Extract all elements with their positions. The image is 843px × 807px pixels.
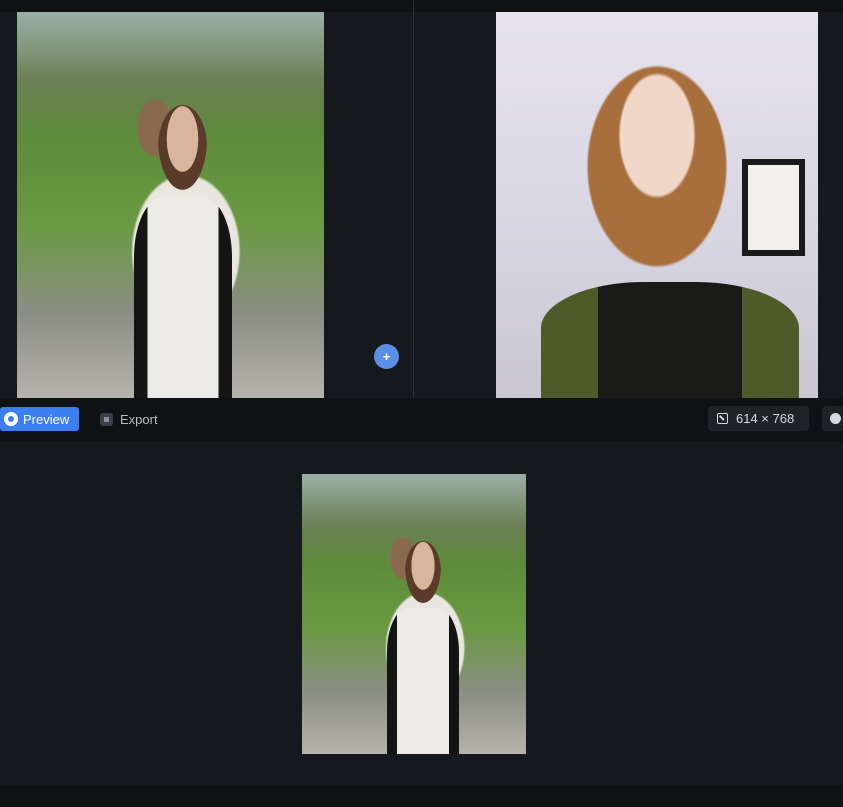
input-panel-left xyxy=(0,12,413,398)
eye-icon xyxy=(4,412,18,426)
preview-area xyxy=(0,442,843,785)
input-panel-right xyxy=(414,12,843,398)
export-icon xyxy=(100,412,113,426)
dimensions-badge: 614 × 768 xyxy=(708,406,809,431)
dimensions-label: 614 × 768 xyxy=(736,411,795,426)
export-label: Export xyxy=(120,411,158,427)
info-icon xyxy=(830,413,841,424)
export-button[interactable]: Export xyxy=(100,407,158,431)
add-image-button[interactable]: + xyxy=(374,344,399,369)
toolbar: Preview Export 614 × 768 xyxy=(0,398,843,442)
footer-bar xyxy=(0,785,843,807)
preview-button[interactable]: Preview xyxy=(0,407,79,431)
resize-icon xyxy=(717,413,728,424)
source-image-garden[interactable] xyxy=(17,12,324,398)
preview-label: Preview xyxy=(23,411,70,427)
top-strip xyxy=(0,0,843,12)
plus-icon: + xyxy=(382,349,391,364)
output-preview-image[interactable] xyxy=(302,474,526,754)
info-button[interactable] xyxy=(822,406,843,431)
reference-image-selfie[interactable] xyxy=(496,12,818,398)
